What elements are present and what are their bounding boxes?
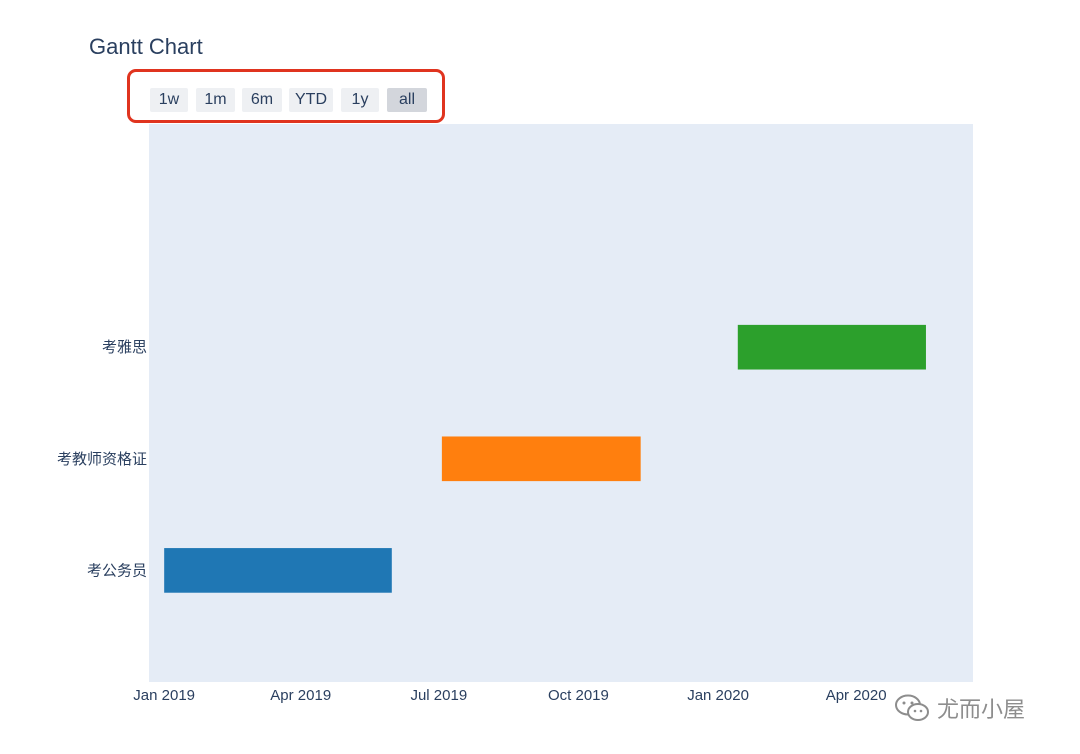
- x-tick-label: Jul 2019: [410, 687, 467, 704]
- x-tick-label: Oct 2019: [548, 687, 609, 704]
- x-tick-label: Jan 2020: [687, 687, 749, 704]
- x-tick-label: Apr 2019: [270, 687, 331, 704]
- gantt-bar[interactable]: [441, 436, 641, 482]
- gantt-chart: 考公务员 考教师资格证 考雅思 Jan 2019 Apr 2019 Jul 2019 Oc…: [57, 124, 973, 704]
- y-tick-label: 考雅思: [102, 338, 147, 356]
- x-tick-label: Jan 2019: [133, 687, 195, 704]
- y-tick-label: 考公务员: [87, 561, 147, 579]
- plot-area: [149, 124, 973, 682]
- x-tick-label: Apr 2020: [826, 687, 887, 704]
- gantt-bar[interactable]: [737, 324, 926, 370]
- wechat-icon: [895, 694, 929, 721]
- watermark: 尤而小屋: [893, 691, 1025, 725]
- gantt-bar[interactable]: [164, 548, 392, 593]
- watermark-text: 尤而小屋: [937, 698, 1026, 723]
- y-tick-label: 考教师资格证: [57, 450, 147, 468]
